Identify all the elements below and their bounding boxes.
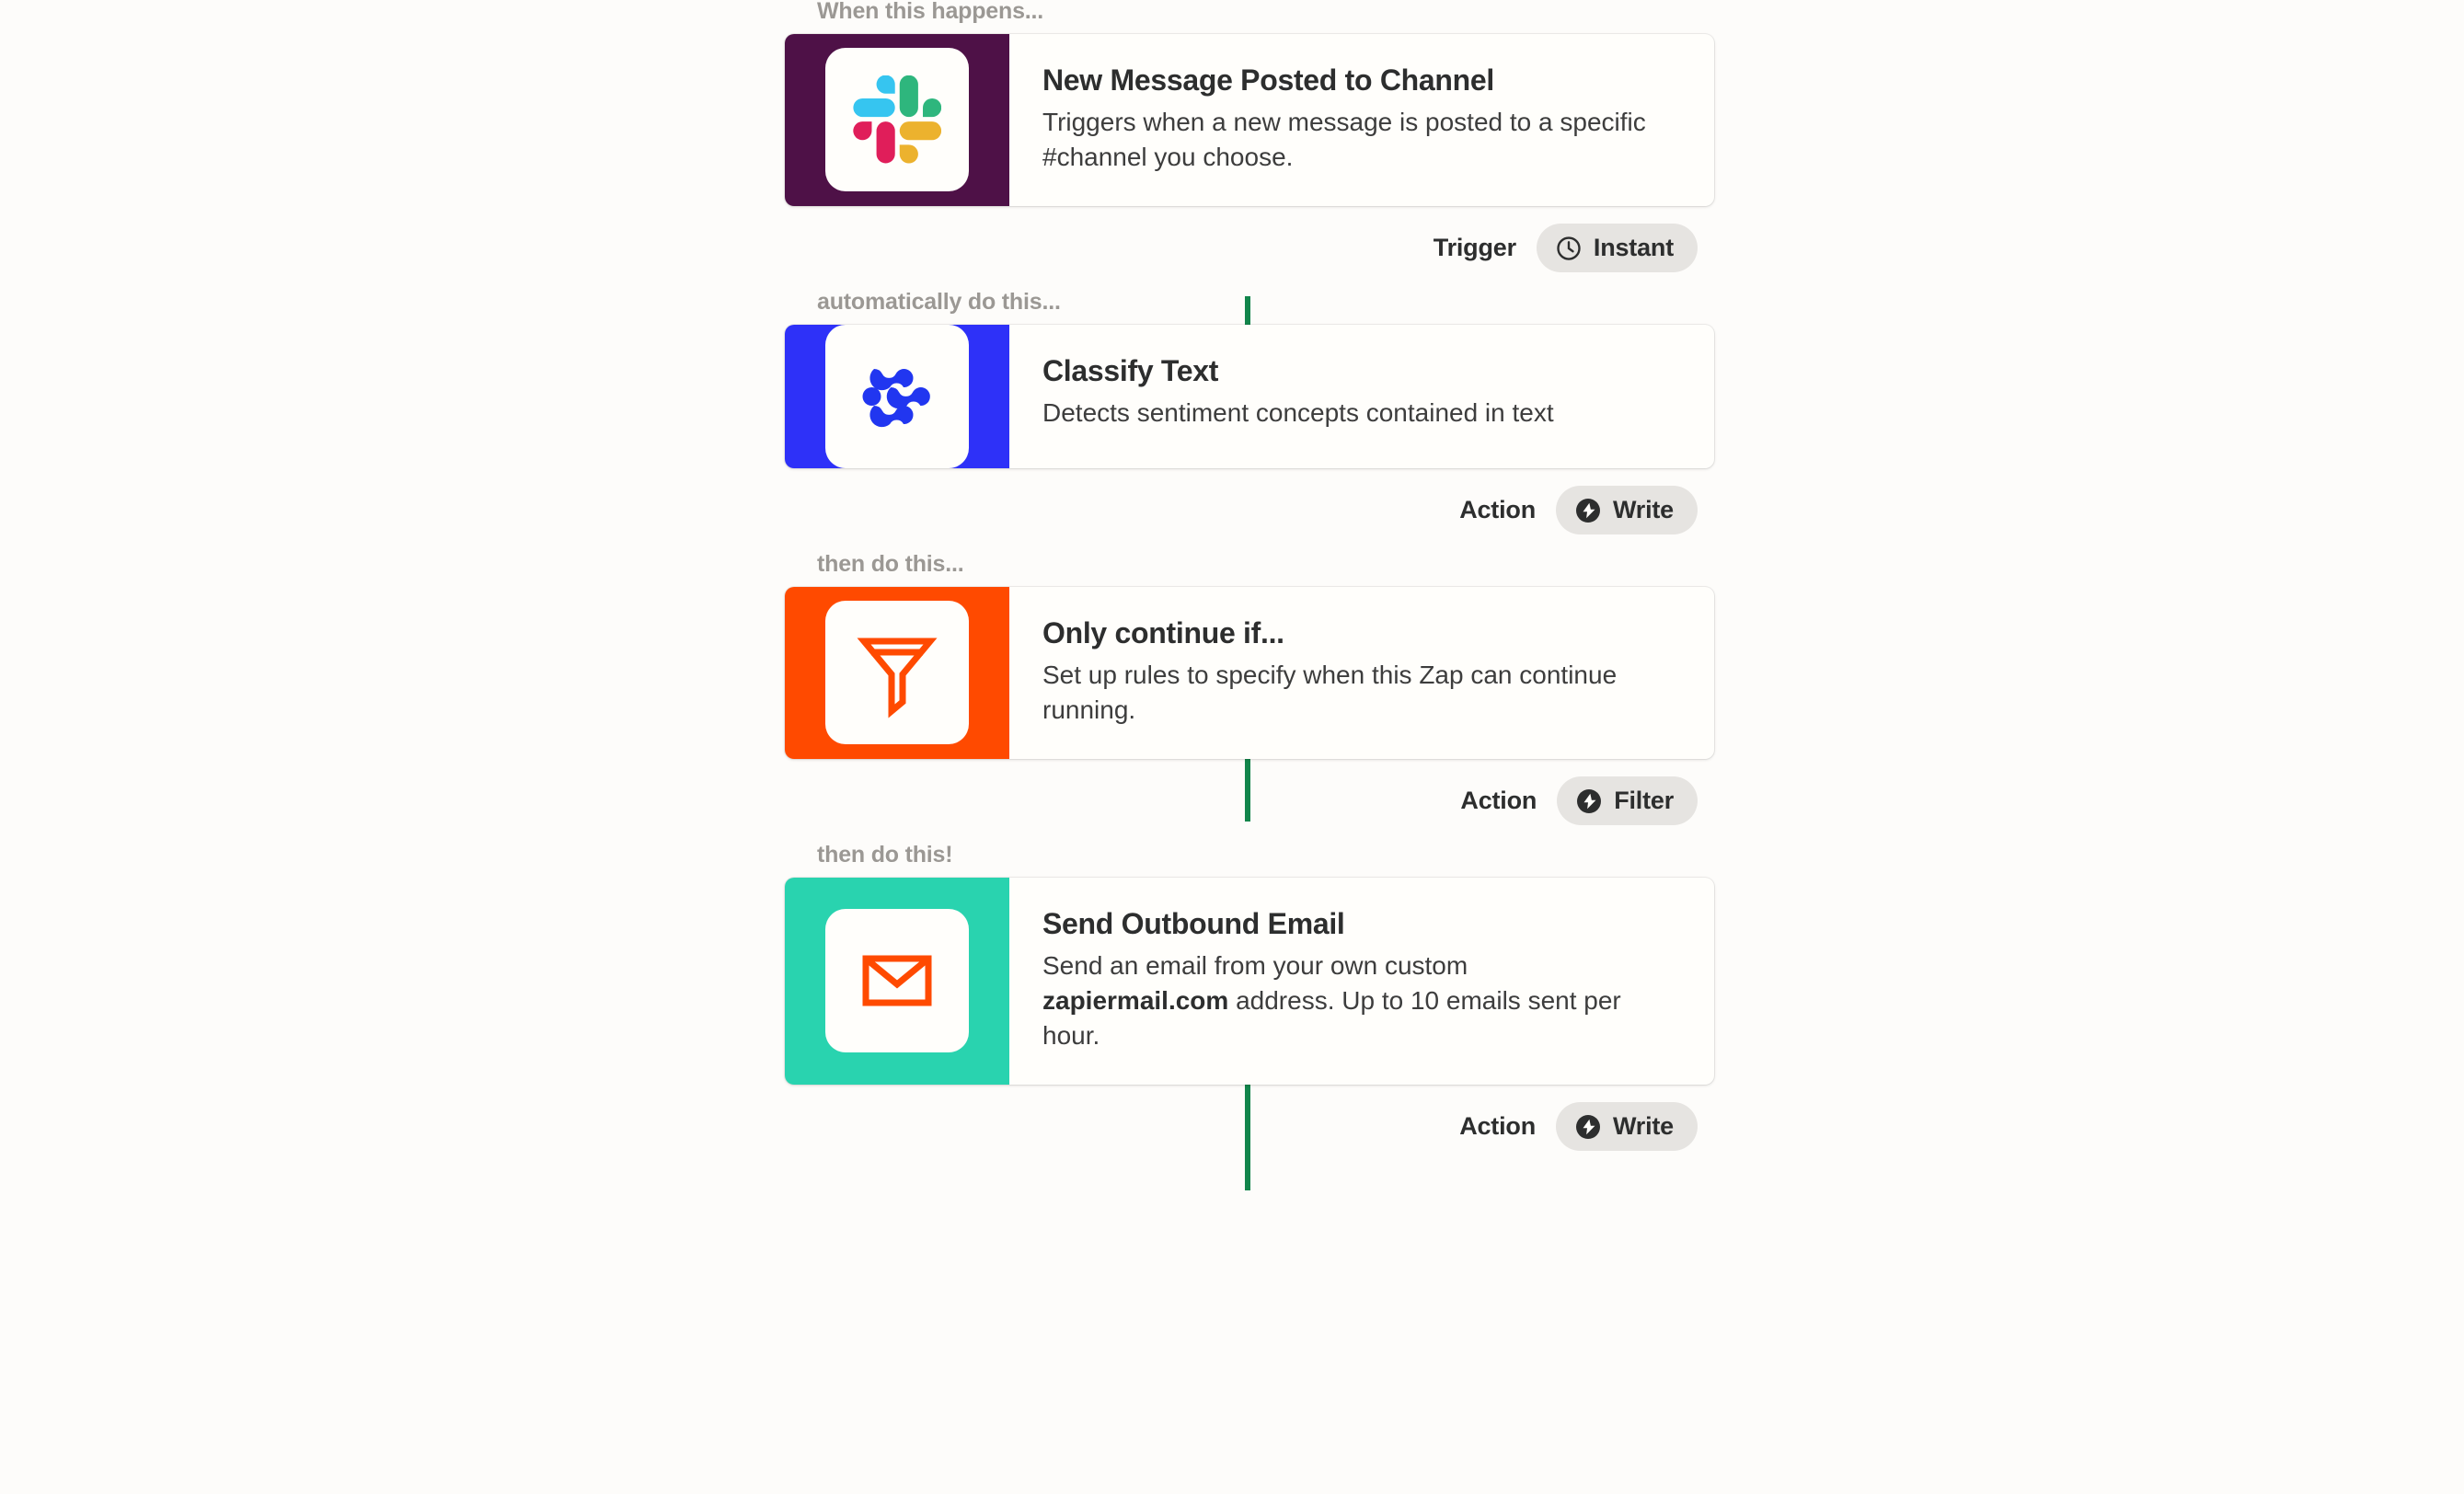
step-type-pill-write-email[interactable]: Write bbox=[1555, 1102, 1698, 1152]
step-card-body: Only continue if... Set up rules to spec… bbox=[1009, 587, 1714, 759]
step-card-body: Classify Text Detects sentiment concepts… bbox=[1009, 325, 1714, 468]
step-art-filter bbox=[785, 586, 1009, 759]
workflow-step-send-email: then do this! Send Outbound Email Send a… bbox=[785, 841, 1714, 1169]
step-type-pill-label: Instant bbox=[1593, 234, 1674, 262]
step-meta-row-classify: Action Write bbox=[785, 468, 1714, 553]
step-title: Only continue if... bbox=[1042, 615, 1284, 649]
app-icon-tile bbox=[825, 324, 969, 468]
step-kind-label: Action bbox=[1459, 1112, 1536, 1141]
step-kind-label: Action bbox=[1460, 787, 1537, 815]
step-description: Triggers when a new message is posted to… bbox=[1042, 107, 1646, 171]
envelope-icon bbox=[862, 955, 932, 1006]
bolt-icon bbox=[1575, 1114, 1600, 1139]
clock-icon bbox=[1557, 236, 1581, 260]
step-label-then-do-this-final: then do this! bbox=[817, 841, 953, 868]
step-description-domain: zapiermail.com bbox=[1042, 985, 1229, 1015]
step-card-body: New Message Posted to Channel Triggers w… bbox=[1009, 34, 1714, 206]
slack-icon bbox=[853, 75, 941, 164]
step-meta-row-filter: Action Filter bbox=[785, 759, 1714, 844]
funnel-filter-icon bbox=[857, 638, 938, 718]
step-label-when: When this happens... bbox=[817, 0, 1044, 24]
step-title: Classify Text bbox=[1042, 353, 1219, 387]
app-icon-tile bbox=[825, 909, 969, 1053]
workflow-step-filter: then do this... Only continue if... Set … bbox=[785, 550, 1714, 844]
bolt-icon bbox=[1575, 498, 1600, 523]
workflow-step-trigger: When this happens... New Message Posted … bbox=[785, 0, 1714, 291]
app-icon-tile bbox=[825, 48, 969, 192]
step-type-pill-label: Filter bbox=[1614, 787, 1674, 815]
step-label-then-do-this: then do this... bbox=[817, 550, 964, 577]
workflow-steps-list: When this happens... New Message Posted … bbox=[785, 0, 1714, 1169]
step-card-only-continue-if[interactable]: Only continue if... Set up rules to spec… bbox=[785, 586, 1714, 759]
step-type-pill-instant[interactable]: Instant bbox=[1536, 224, 1698, 273]
step-kind-label: Trigger bbox=[1433, 234, 1516, 262]
app-icon-tile bbox=[825, 601, 969, 745]
zap-workflow-canvas: When this happens... New Message Posted … bbox=[0, 0, 2464, 1494]
step-card-body: Send Outbound Email Send an email from y… bbox=[1009, 878, 1714, 1085]
step-art-classify bbox=[785, 324, 1009, 468]
workflow-step-classify-text: automatically do this... Classify Text D… bbox=[785, 288, 1714, 553]
step-type-pill-write[interactable]: Write bbox=[1555, 486, 1698, 535]
step-description: Detects sentiment concepts contained in … bbox=[1042, 397, 1554, 427]
step-type-pill-label: Write bbox=[1612, 496, 1674, 524]
step-meta-row-email: Action Write bbox=[785, 1085, 1714, 1169]
step-card-classify-text[interactable]: Classify Text Detects sentiment concepts… bbox=[785, 324, 1714, 468]
step-type-pill-filter[interactable]: Filter bbox=[1557, 776, 1698, 826]
step-kind-label: Action bbox=[1459, 496, 1536, 524]
step-meta-row-trigger: Trigger Instant bbox=[785, 206, 1714, 291]
step-title: New Message Posted to Channel bbox=[1042, 63, 1494, 97]
step-card-new-message-posted-to-channel[interactable]: New Message Posted to Channel Triggers w… bbox=[785, 34, 1714, 206]
step-label-automatically: automatically do this... bbox=[817, 288, 1061, 315]
step-description: Send an email from your own custom zapie… bbox=[1042, 948, 1654, 1053]
step-title: Send Outbound Email bbox=[1042, 906, 1345, 940]
step-type-pill-label: Write bbox=[1612, 1112, 1674, 1141]
step-description-part-1: Send an email from your own custom bbox=[1042, 950, 1468, 980]
step-art-slack bbox=[785, 34, 1009, 206]
bolt-icon bbox=[1577, 788, 1602, 813]
classify-text-icon bbox=[862, 368, 930, 428]
step-card-send-outbound-email[interactable]: Send Outbound Email Send an email from y… bbox=[785, 877, 1714, 1085]
step-description: Set up rules to specify when this Zap ca… bbox=[1042, 660, 1618, 724]
step-art-email bbox=[785, 877, 1009, 1085]
